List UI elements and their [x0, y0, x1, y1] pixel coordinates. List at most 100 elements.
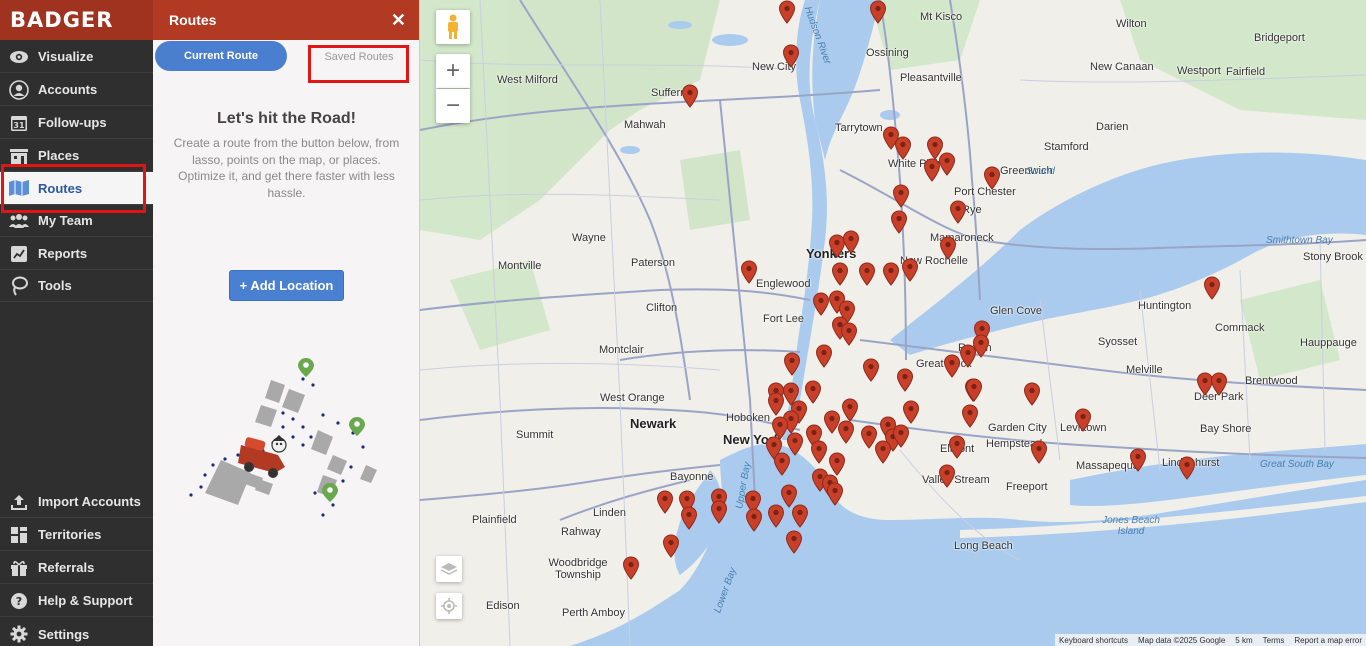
- add-location-button[interactable]: + Add Location: [229, 270, 344, 301]
- zoom-out-button[interactable]: −: [436, 89, 470, 123]
- account-pin-icon[interactable]: [1129, 448, 1147, 472]
- map-label: Bay Shore: [1200, 423, 1252, 435]
- account-pin-icon[interactable]: [1203, 276, 1221, 300]
- account-pin-icon[interactable]: [948, 435, 966, 459]
- sidebar-item-label: Help & Support: [38, 593, 133, 608]
- account-pin-icon[interactable]: [874, 440, 892, 464]
- account-pin-icon[interactable]: [983, 166, 1001, 190]
- account-pin-icon[interactable]: [959, 344, 977, 368]
- account-pin-icon[interactable]: [622, 556, 640, 580]
- sidebar-item-tools[interactable]: Tools: [0, 270, 153, 302]
- empty-state-title: Let's hit the Road!: [217, 110, 356, 127]
- sidebar-item-settings[interactable]: Settings: [0, 618, 153, 646]
- zoom-in-button[interactable]: +: [436, 54, 470, 88]
- account-pin-icon[interactable]: [894, 136, 912, 160]
- account-pin-icon[interactable]: [656, 490, 674, 514]
- sidebar-item-territories[interactable]: Territories: [0, 519, 153, 551]
- map-label: Montville: [498, 260, 542, 272]
- keyboard-shortcuts-link[interactable]: Keyboard shortcuts: [1059, 636, 1128, 645]
- account-pin-icon[interactable]: [1074, 408, 1092, 432]
- brand-logo[interactable]: BADGER: [0, 0, 153, 40]
- account-pin-icon[interactable]: [662, 534, 680, 558]
- account-pin-icon[interactable]: [810, 440, 828, 464]
- sidebar-item-places[interactable]: Places: [0, 140, 153, 172]
- account-pin-icon[interactable]: [890, 210, 908, 234]
- account-pin-icon[interactable]: [815, 344, 833, 368]
- account-pin-icon[interactable]: [837, 420, 855, 444]
- account-pin-icon[interactable]: [1030, 440, 1048, 464]
- account-pin-icon[interactable]: [791, 504, 809, 528]
- map-label: Bridgeport: [1254, 32, 1305, 44]
- map-label: Fairfield: [1226, 66, 1266, 78]
- map-label: Syosset: [1098, 336, 1138, 348]
- account-pin-icon[interactable]: [882, 262, 900, 286]
- sidebar-item-reports[interactable]: Reports: [0, 238, 153, 270]
- my-location-icon[interactable]: [436, 593, 462, 619]
- account-pin-icon[interactable]: [892, 424, 910, 448]
- account-pin-icon[interactable]: [949, 200, 967, 224]
- account-pin-icon[interactable]: [961, 404, 979, 428]
- account-pin-icon[interactable]: [938, 464, 956, 488]
- account-pin-icon[interactable]: [783, 352, 801, 376]
- sidebar-item-routes[interactable]: Routes: [0, 172, 153, 205]
- sidebar-item-help-support[interactable]: ? Help & Support: [0, 585, 153, 617]
- account-pin-icon[interactable]: [767, 504, 785, 528]
- account-pin-icon[interactable]: [680, 506, 698, 530]
- sidebar-item-follow-ups[interactable]: 31 Follow-ups: [0, 107, 153, 139]
- account-pin-icon[interactable]: [841, 398, 859, 422]
- account-pin-icon[interactable]: [828, 452, 846, 476]
- svg-text:?: ?: [16, 595, 22, 608]
- account-pin-icon[interactable]: [869, 0, 887, 24]
- terms-link[interactable]: Terms: [1263, 636, 1285, 645]
- panel-title: Routes: [169, 12, 217, 28]
- sidebar-item-label: Accounts: [38, 82, 98, 97]
- tab-saved-routes[interactable]: Saved Routes: [311, 46, 407, 78]
- map-view[interactable]: Mt Kisco Wilton Bridgeport New City Ossi…: [420, 0, 1366, 646]
- map-label: Hoboken: [726, 412, 771, 424]
- sidebar-item-accounts[interactable]: Accounts: [0, 74, 153, 106]
- tab-current-route[interactable]: Current Route: [155, 41, 287, 71]
- account-pin-icon[interactable]: [902, 400, 920, 424]
- sidebar-item-import-accounts[interactable]: Import Accounts: [0, 486, 153, 518]
- account-pin-icon[interactable]: [943, 354, 961, 378]
- account-pin-icon[interactable]: [840, 322, 858, 346]
- account-pin-icon[interactable]: [740, 260, 758, 284]
- map-label: Hauppauge: [1300, 337, 1357, 349]
- map-label: Clifton: [646, 302, 678, 314]
- account-pin-icon[interactable]: [862, 358, 880, 382]
- sidebar-item-referrals[interactable]: Referrals: [0, 552, 153, 584]
- account-pin-icon[interactable]: [1023, 382, 1041, 406]
- account-pin-icon[interactable]: [1210, 372, 1228, 396]
- report-error-link[interactable]: Report a map error: [1294, 636, 1362, 645]
- account-pin-icon[interactable]: [681, 84, 699, 108]
- layers-icon[interactable]: [436, 556, 462, 582]
- close-icon[interactable]: ✕: [391, 10, 406, 31]
- account-pin-icon[interactable]: [745, 508, 763, 532]
- street-view-icon[interactable]: [436, 10, 470, 44]
- account-pin-icon[interactable]: [826, 482, 844, 506]
- account-pin-icon[interactable]: [1178, 456, 1196, 480]
- account-pin-icon[interactable]: [901, 258, 919, 282]
- account-pin-icon[interactable]: [939, 236, 957, 260]
- gear-icon: [8, 624, 30, 644]
- sidebar-item-visualize[interactable]: Visualize: [0, 41, 153, 73]
- account-pin-icon[interactable]: [896, 368, 914, 392]
- account-pin-icon[interactable]: [778, 0, 796, 24]
- account-pin-icon[interactable]: [842, 230, 860, 254]
- sidebar-item-label: Referrals: [38, 560, 95, 575]
- account-pin-icon[interactable]: [831, 262, 849, 286]
- account-pin-icon[interactable]: [773, 452, 791, 476]
- app-window: BADGER Visualize Accounts 31 Follow-ups …: [0, 0, 1366, 646]
- account-pin-icon[interactable]: [782, 44, 800, 68]
- account-pin-icon[interactable]: [892, 184, 910, 208]
- account-pin-icon[interactable]: [785, 530, 803, 554]
- account-pin-icon[interactable]: [965, 378, 983, 402]
- map-label: New Canaan: [1090, 61, 1154, 73]
- account-pin-icon[interactable]: [858, 262, 876, 286]
- account-pin-icon[interactable]: [923, 158, 941, 182]
- sidebar-item-my-team[interactable]: My Team: [0, 205, 153, 237]
- map-label: West Orange: [600, 392, 665, 404]
- account-pin-icon[interactable]: [710, 500, 728, 524]
- sidebar-item-label: My Team: [38, 213, 93, 228]
- map-label: Brentwood: [1245, 375, 1298, 387]
